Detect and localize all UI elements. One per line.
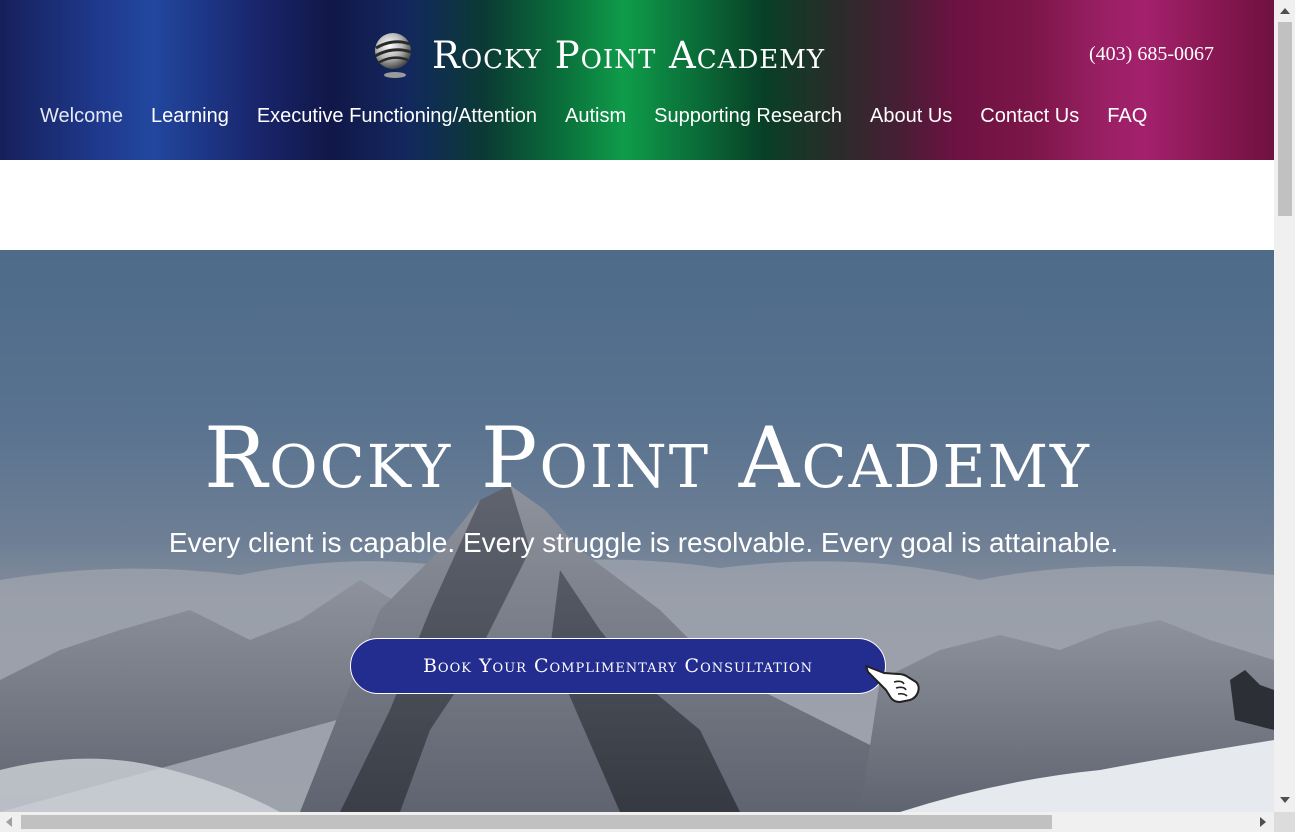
- main-nav: Welcome Learning Executive Functioning/A…: [26, 102, 1161, 130]
- phone-number[interactable]: (403) 685-0067: [1089, 43, 1214, 66]
- logo-text: Rocky Point Academy: [432, 33, 826, 77]
- site-header: Rocky Point Academy (403) 685-0067 Welco…: [0, 0, 1274, 160]
- nav-item-faq[interactable]: FAQ: [1093, 102, 1161, 130]
- nav-item-autism[interactable]: Autism: [551, 102, 640, 130]
- hero-tagline: Every client is capable. Every struggle …: [168, 527, 1119, 558]
- pointing-hand-icon: [865, 665, 920, 703]
- book-consultation-button[interactable]: Book Your Complimentary Consultation: [350, 638, 886, 694]
- scroll-right-arrow-icon[interactable]: [1260, 817, 1266, 827]
- nav-item-learning[interactable]: Learning: [137, 102, 243, 130]
- scroll-left-arrow-icon[interactable]: [6, 817, 12, 827]
- scrollbar-corner: [1274, 812, 1295, 832]
- scroll-up-arrow-icon[interactable]: [1280, 8, 1290, 14]
- horizontal-scroll-thumb[interactable]: [21, 815, 1052, 829]
- hero-title: Rocky Point Academy: [204, 409, 1091, 507]
- nav-item-about-us[interactable]: About Us: [856, 102, 966, 130]
- nav-item-welcome[interactable]: Welcome: [26, 102, 137, 130]
- vertical-scroll-thumb[interactable]: [1278, 22, 1292, 216]
- nav-item-executive-functioning[interactable]: Executive Functioning/Attention: [243, 102, 551, 130]
- nav-item-contact-us[interactable]: Contact Us: [966, 102, 1093, 130]
- site-logo[interactable]: Rocky Point Academy: [370, 30, 825, 80]
- vertical-scrollbar[interactable]: [1274, 0, 1295, 812]
- scroll-down-arrow-icon[interactable]: [1280, 797, 1290, 803]
- hero-section: Rocky Point Academy Every client is capa…: [0, 250, 1274, 812]
- nav-item-supporting-research[interactable]: Supporting Research: [640, 102, 856, 130]
- horizontal-scrollbar[interactable]: [0, 812, 1274, 832]
- globe-logo-icon: [374, 33, 412, 78]
